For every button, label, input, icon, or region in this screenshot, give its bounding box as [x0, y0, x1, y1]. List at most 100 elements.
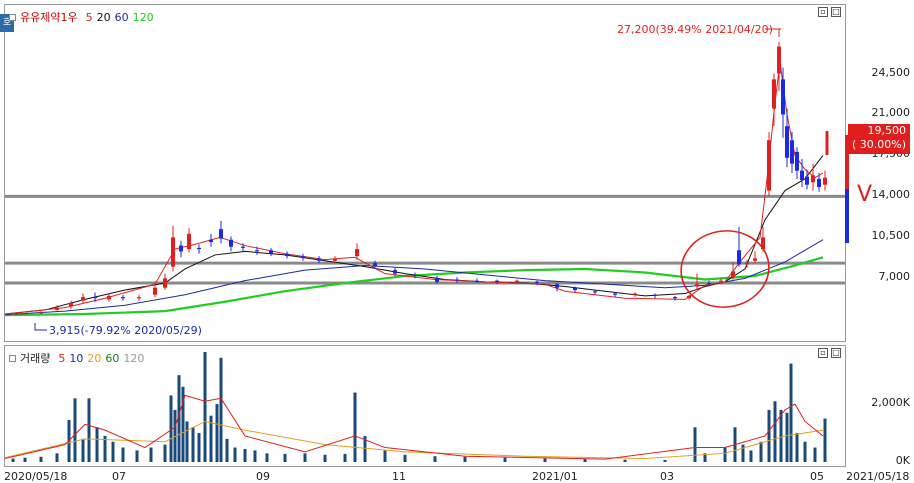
volume-bar — [203, 352, 207, 462]
volume-bar — [785, 412, 789, 462]
volume-bar — [191, 427, 195, 462]
date-tick: 2020/05/18 — [4, 470, 68, 483]
volume-chart-panel: 거래량 5 10 20 60 120 ▫ □ — [4, 345, 846, 467]
volume-bar — [149, 447, 153, 462]
volume-bar — [121, 447, 125, 462]
volume-bar — [803, 441, 807, 462]
high-annotation: 27,200(39.49% 2021/04/20) — [617, 23, 773, 36]
volume-bar — [463, 456, 467, 462]
candle-body — [255, 250, 259, 252]
legend-ma-5: 5 — [85, 10, 93, 24]
candle-body — [333, 258, 337, 261]
volume-bar — [95, 427, 99, 462]
candle-body — [285, 253, 289, 257]
candle-body — [817, 178, 821, 188]
legend-ma-20: 20 — [87, 351, 102, 365]
volume-tick: 2,000K — [871, 396, 910, 410]
candle-body — [823, 177, 827, 185]
candle-body — [81, 297, 85, 301]
legend-ma-10: 10 — [69, 351, 84, 365]
candle-body — [785, 126, 789, 158]
candle-body — [11, 313, 15, 315]
date-tick: 2021/01 — [532, 470, 578, 483]
candle-body — [269, 250, 273, 254]
candle-body — [69, 302, 73, 307]
volume-bar — [55, 453, 59, 462]
candle-body — [413, 274, 417, 276]
candle-body — [373, 263, 377, 267]
volume-bar — [111, 441, 115, 462]
price-plot: 27,200(39.49% 2021/04/20) 3,915(-79.92% 2… — [4, 23, 872, 337]
volume-bar — [253, 450, 257, 462]
price-axis: 24,50021,00017,50014,00010,5007,000 — [846, 4, 914, 342]
candle-body — [781, 79, 785, 115]
price-tick: 24,500 — [871, 65, 911, 79]
candle-body — [800, 170, 804, 181]
candle-body — [209, 239, 213, 243]
volume-bar — [185, 421, 189, 462]
candle-body — [573, 287, 577, 291]
candle-body — [767, 140, 771, 191]
candle-body — [229, 239, 233, 247]
legend-ma-5: 5 — [58, 351, 66, 365]
volume-bar — [741, 444, 745, 462]
volume-bar — [823, 418, 827, 462]
volume-bar — [543, 458, 547, 462]
current-price: 19,500 — [867, 124, 907, 137]
candle-body — [475, 280, 479, 282]
volume-bar — [323, 454, 327, 462]
candle-body — [137, 297, 141, 299]
candle-body — [777, 46, 781, 74]
price-ma-legend: 5 20 60 120 — [82, 11, 154, 24]
volume-bar — [723, 447, 727, 462]
candle-body — [93, 297, 97, 299]
candle-body — [737, 250, 741, 265]
legend-toggle-icon[interactable] — [9, 354, 16, 362]
volume-bar — [283, 453, 287, 462]
volume-bar — [773, 401, 777, 462]
volume-bar — [749, 450, 753, 462]
candle-body — [153, 287, 157, 295]
legend-toggle-icon[interactable] — [9, 13, 16, 21]
low-annotation: 3,915(-79.92% 2020/05/29) — [49, 324, 202, 337]
candle-body — [695, 284, 699, 287]
volume-bar — [663, 459, 667, 462]
price-chart-panel: 유유제약1우 5 20 60 120 ▫ □ 27,200(39.49% 2021/0… — [4, 4, 872, 342]
volume-bar — [795, 433, 799, 462]
candle-body — [435, 278, 439, 282]
volume-legend: 거래량 5 10 20 60 120 — [9, 350, 144, 366]
volume-bar — [163, 444, 167, 462]
candle-body — [795, 151, 799, 171]
volume-bar — [23, 457, 27, 462]
legend-ma-60: 60 — [105, 351, 120, 365]
volume-bar — [813, 447, 817, 462]
price-tick: 10,500 — [871, 229, 911, 243]
candle-body — [179, 245, 183, 252]
date-tick: 09 — [256, 470, 270, 483]
candle-body — [811, 175, 815, 183]
legend-ma-20: 20 — [96, 10, 111, 24]
volume-bar — [693, 427, 697, 462]
stock-name: 유유제약1우 — [20, 11, 78, 24]
volume-bar — [759, 441, 763, 462]
volume-bar — [789, 363, 793, 462]
ma120-line — [4, 256, 824, 317]
candle-body — [745, 263, 749, 265]
volume-bar — [767, 409, 771, 462]
volume-bar — [243, 448, 247, 462]
volume-bar — [623, 459, 627, 462]
candle-body — [317, 258, 321, 261]
volume-bar — [39, 456, 43, 462]
candle-body — [171, 237, 175, 267]
volume-bar — [135, 450, 139, 462]
low-pointer — [34, 323, 47, 331]
candle-body — [241, 246, 245, 248]
candle-body — [515, 280, 519, 282]
candle-body — [673, 297, 677, 299]
candle-body — [753, 258, 757, 261]
candle-body — [772, 79, 776, 109]
volume-bar — [583, 459, 587, 462]
candle-body — [219, 229, 223, 239]
candle-body — [197, 247, 201, 250]
candle-body — [455, 279, 459, 281]
